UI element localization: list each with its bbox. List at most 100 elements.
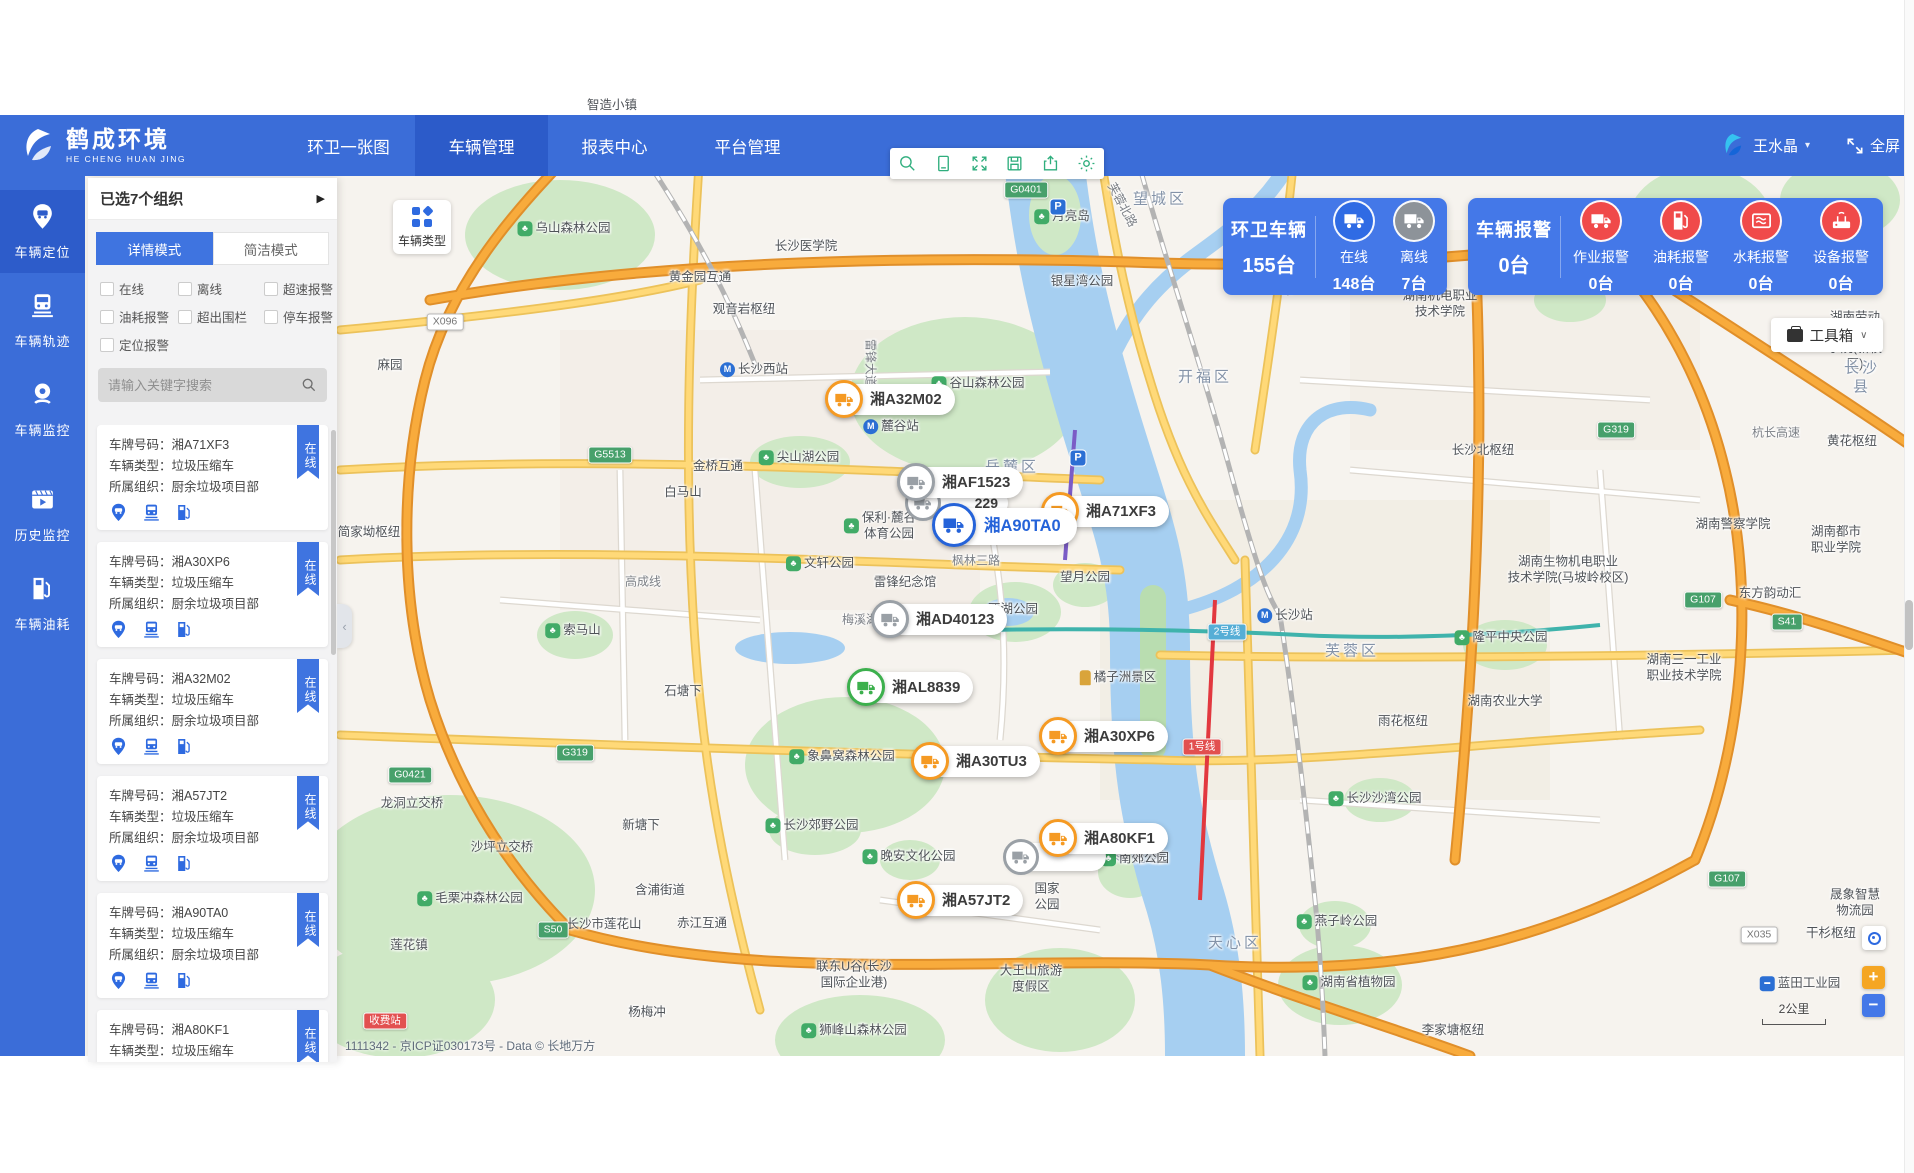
fuel-vehicle-icon[interactable] (175, 854, 194, 873)
type-field-label: 车辆类型： (109, 810, 172, 824)
plate-value: 湘A80KF1 (172, 1023, 230, 1037)
filter-checkbox[interactable]: 超速报警 (264, 279, 337, 298)
export-icon[interactable] (1041, 154, 1060, 173)
vehicle-card[interactable]: 车牌号码：湘A57JT2 车辆类型：垃圾压缩车 所属组织：厨余垃圾项目部 在线 (97, 776, 328, 881)
track-vehicle-icon[interactable] (142, 620, 161, 639)
track-vehicle-icon[interactable] (142, 737, 161, 756)
sidebar-item[interactable]: 车辆监控 (0, 368, 85, 451)
filter-label: 定位报警 (119, 335, 169, 354)
filter-label: 超出围栏 (197, 307, 247, 326)
plate-field-label: 车牌号码： (109, 906, 172, 920)
fuel-vehicle-icon[interactable] (175, 620, 194, 639)
sidebar-item[interactable]: 车辆定位 (0, 190, 85, 273)
vehicle-marker[interactable]: 湘A57JT2 (900, 885, 1023, 916)
filter-checkbox[interactable]: 超出围栏 (178, 307, 264, 326)
truck-icon (897, 463, 935, 501)
page-scrollbar[interactable] (1904, 0, 1914, 1173)
type-value: 垃圾压缩车 (172, 693, 235, 707)
fuel-vehicle-icon[interactable] (175, 971, 194, 990)
panel-collapse-handle[interactable]: ‹ (337, 604, 352, 648)
online-value: 148台 (1333, 270, 1376, 294)
filter-checkbox[interactable]: 油耗报警 (100, 307, 178, 326)
vehicle-card[interactable]: 车牌号码：湘A90TA0 车辆类型：垃圾压缩车 所属组织：厨余垃圾项目部 在线 (97, 893, 328, 998)
locate-vehicle-icon[interactable] (109, 971, 128, 990)
plate-value: 湘A32M02 (172, 672, 231, 686)
scale-bar (1762, 1019, 1826, 1025)
fuel-vehicle-icon[interactable] (175, 503, 194, 522)
track-vehicle-icon[interactable] (142, 854, 161, 873)
simple-mode-button[interactable]: 简洁模式 (213, 232, 330, 265)
zoom-out-button[interactable]: − (1862, 994, 1885, 1017)
locate-button[interactable] (1862, 926, 1886, 950)
vehicle-marker[interactable]: 湘AL8839 (850, 672, 973, 703)
frame-select-icon[interactable] (934, 154, 953, 173)
vehicle-marker[interactable]: 湘AF1523 (900, 467, 1023, 498)
locate-vehicle-icon[interactable] (109, 503, 128, 522)
plate-field-label: 车牌号码： (109, 438, 172, 452)
filter-label: 超速报警 (283, 279, 333, 298)
search-box (98, 368, 327, 402)
search-icon[interactable] (301, 377, 317, 393)
checkbox-icon[interactable] (178, 310, 192, 324)
filter-checkbox[interactable]: 定位报警 (100, 335, 178, 354)
app-title: 鹤成环境 (66, 128, 186, 151)
checkbox-icon[interactable] (264, 282, 278, 296)
locate-vehicle-icon[interactable] (109, 620, 128, 639)
locate-vehicle-icon[interactable] (109, 737, 128, 756)
zoom-in-button[interactable]: + (1862, 966, 1885, 989)
filter-checkbox[interactable]: 离线 (178, 279, 264, 298)
vehicle-card[interactable]: 车牌号码：湘A30XP6 车辆类型：垃圾压缩车 所属组织：厨余垃圾项目部 在线 (97, 542, 328, 647)
fullscreen-button[interactable]: 全屏 (1845, 135, 1900, 156)
search-input[interactable] (108, 378, 301, 393)
detail-mode-button[interactable]: 详情模式 (96, 232, 213, 265)
org-expand-icon[interactable]: ▶ (317, 192, 325, 205)
scrollbar-thumb[interactable] (1905, 600, 1913, 650)
checkbox-icon[interactable] (100, 310, 114, 324)
fuel-vehicle-icon[interactable] (175, 737, 194, 756)
vehicle-marker[interactable]: 湘A30XP6 (1042, 721, 1168, 752)
filter-label: 在线 (119, 279, 144, 298)
expand-map-icon[interactable] (970, 154, 989, 173)
vehicle-marker[interactable]: 湘A32M02 (828, 384, 955, 415)
nav-tab[interactable]: 平台管理 (681, 115, 814, 176)
type-value: 垃圾压缩车 (172, 576, 235, 590)
zoom-search-icon[interactable] (898, 154, 917, 173)
checkbox-icon[interactable] (178, 282, 192, 296)
filter-checkbox[interactable]: 停车报警 (264, 307, 337, 326)
toolbox-button[interactable]: 工具箱 ∨ (1771, 318, 1883, 352)
fleet-stats-panel: 环卫车辆 155台 在线 148台 离线 7台 (1223, 198, 1447, 295)
vehicle-type-button[interactable]: 车辆类型 (393, 200, 451, 254)
truck-icon (897, 881, 935, 919)
vehicle-marker[interactable]: 湘A80KF1 (1042, 823, 1168, 854)
checkbox-icon[interactable] (100, 338, 114, 352)
vehicle-panel: 已选7个组织 ▶ 详情模式 简洁模式 在线 离线 超速报警 油耗报警 (88, 178, 337, 1062)
save-icon[interactable] (1005, 154, 1024, 173)
sidebar-item[interactable]: 车辆油耗 (0, 562, 85, 645)
sidebar-item-icon (29, 381, 56, 408)
settings-gear-icon[interactable] (1077, 154, 1096, 173)
alarm-value: 0台 (1589, 270, 1614, 294)
vehicle-card[interactable]: 车牌号码：湘A71XF3 车辆类型：垃圾压缩车 所属组织：厨余垃圾项目部 在线 (97, 425, 328, 530)
chevron-down-icon[interactable]: ▾ (1805, 140, 1810, 151)
sidebar-item[interactable]: 历史监控 (0, 473, 85, 556)
sidebar-item[interactable]: 车辆轨迹 (0, 279, 85, 362)
plate-value: 湘A90TA0 (172, 906, 229, 920)
checkbox-icon[interactable] (264, 310, 278, 324)
nav-tab[interactable]: 环卫一张图 (282, 115, 415, 176)
offline-value: 7台 (1402, 270, 1427, 294)
nav-tab[interactable]: 报表中心 (548, 115, 681, 176)
user-name[interactable]: 王水晶 (1753, 135, 1798, 156)
filter-checkbox[interactable]: 在线 (100, 279, 178, 298)
checkbox-icon[interactable] (100, 282, 114, 296)
track-vehicle-icon[interactable] (142, 971, 161, 990)
vehicle-card[interactable]: 车牌号码：湘A32M02 车辆类型：垃圾压缩车 所属组织：厨余垃圾项目部 在线 (97, 659, 328, 764)
track-vehicle-icon[interactable] (142, 503, 161, 522)
vehicle-card[interactable]: 车牌号码：湘A80KF1 车辆类型：垃圾压缩车 所属组织：厨余垃圾项目部 在线 (97, 1010, 328, 1062)
avatar[interactable] (1719, 132, 1746, 159)
vehicle-marker[interactable]: 湘AD40123 (874, 604, 1007, 635)
vehicle-marker[interactable]: 湘A90TA0 (936, 508, 1077, 545)
nav-tab[interactable]: 车辆管理 (415, 115, 548, 176)
locate-vehicle-icon[interactable] (109, 854, 128, 873)
vehicle-marker[interactable]: 湘A30TU3 (914, 746, 1040, 777)
panel-scrollbar[interactable] (331, 430, 336, 655)
